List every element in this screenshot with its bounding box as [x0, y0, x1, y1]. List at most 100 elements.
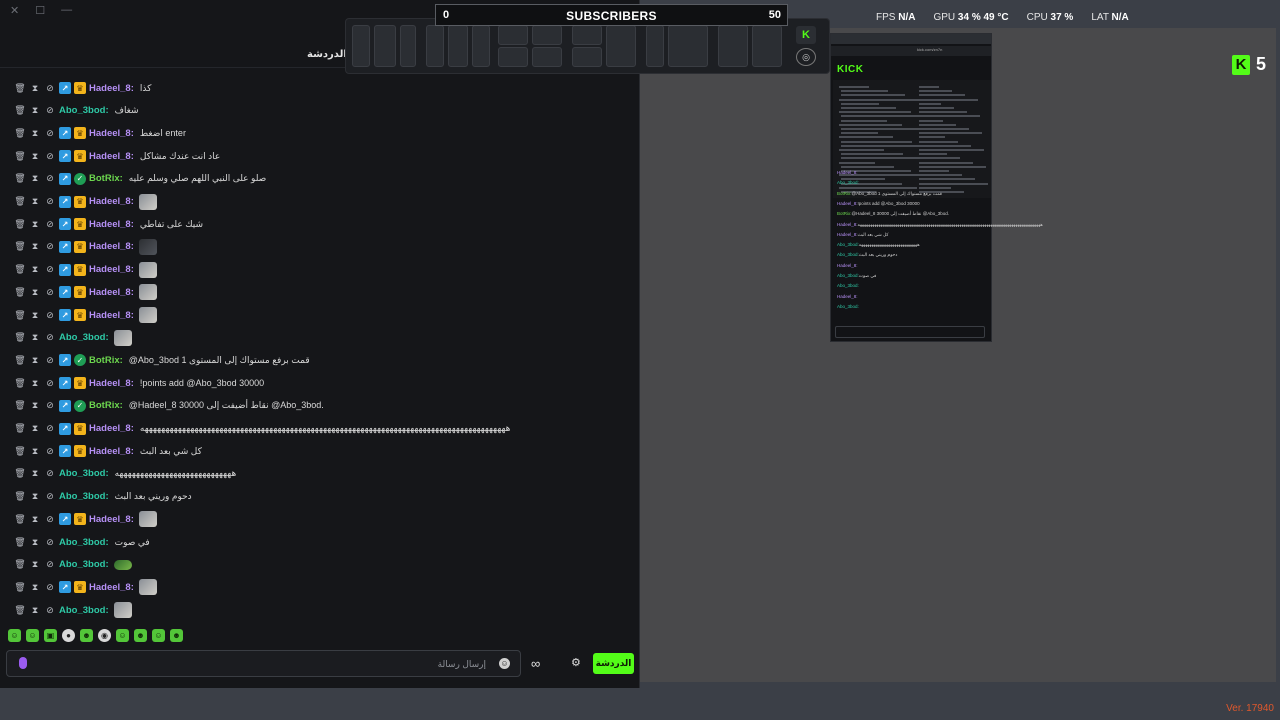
delete-icon[interactable]: 🗑 [14, 127, 26, 139]
ban-icon[interactable]: ⊘ [44, 377, 56, 389]
ban-icon[interactable]: ⊘ [44, 491, 56, 503]
delete-icon[interactable]: 🗑 [14, 241, 26, 253]
maximize-icon[interactable]: ☐ [35, 4, 45, 18]
chat-message[interactable]: 🗑 ⧗ ⊘ ↗ ♛ Hadeel_8: اضغط enter [14, 125, 186, 141]
delete-icon[interactable]: 🗑 [14, 309, 26, 321]
chat-message[interactable]: 🗑 ⧗ ⊘ Abo_3bod: هههههههههههههههههههههههههههه… [14, 466, 236, 482]
chat-message[interactable]: 🗑 ⧗ ⊘ ↗ ♛ Hadeel_8: [14, 511, 157, 528]
emote-icon[interactable]: ☺ [116, 629, 129, 642]
timeout-icon[interactable]: ⧗ [29, 400, 41, 412]
chat-message[interactable]: 🗑 ⧗ ⊘ ↗ ♛ Hadeel_8: [14, 193, 157, 210]
close-icon[interactable]: ✕ [10, 4, 19, 18]
ban-icon[interactable]: ⊘ [44, 468, 56, 480]
points-icon[interactable]: ∞ [531, 656, 540, 671]
timeout-icon[interactable]: ⧗ [29, 581, 41, 593]
delete-icon[interactable]: 🗑 [14, 400, 26, 412]
chat-message[interactable]: 🗑 ⧗ ⊘ ↗ ♛ Hadeel_8: هههههههههههههههههههههههههه… [14, 421, 510, 437]
chat-message[interactable]: 🗑 ⧗ ⊘ Abo_3bod: شغاف [14, 103, 138, 119]
emote-icon[interactable]: ☺ [26, 629, 39, 642]
dock-slot[interactable] [498, 25, 528, 45]
ban-icon[interactable]: ⊘ [44, 400, 56, 412]
ban-icon[interactable]: ⊘ [44, 559, 56, 571]
delete-icon[interactable]: 🗑 [14, 218, 26, 230]
chat-username[interactable]: Hadeel_8: [89, 128, 134, 139]
dock-slot[interactable] [352, 25, 370, 67]
timeout-icon[interactable]: ⧗ [29, 445, 41, 457]
chat-message[interactable]: 🗑 ⧗ ⊘ ↗ ♛ Hadeel_8: [14, 238, 157, 255]
chat-username[interactable]: Abo_3bod: [59, 105, 109, 116]
ban-icon[interactable]: ⊘ [44, 105, 56, 117]
timeout-icon[interactable]: ⧗ [29, 309, 41, 321]
delete-icon[interactable]: 🗑 [14, 196, 26, 208]
ban-icon[interactable]: ⊘ [44, 604, 56, 616]
delete-icon[interactable]: 🗑 [14, 286, 26, 298]
chat-username[interactable]: Abo_3bod: [59, 468, 109, 479]
dock-slot[interactable] [400, 25, 416, 67]
browser-tabs[interactable] [831, 34, 991, 44]
emote-icon[interactable]: ☻ [134, 629, 147, 642]
chat-message[interactable]: 🗑 ⧗ ⊘ Abo_3bod: [14, 557, 132, 573]
chat-username[interactable]: BotRix: [89, 400, 123, 411]
chat-message[interactable]: 🗑 ⧗ ⊘ ↗ ♛ Hadeel_8: [14, 261, 157, 278]
timeout-icon[interactable]: ⧗ [29, 196, 41, 208]
timeout-icon[interactable]: ⧗ [29, 536, 41, 548]
chat-username[interactable]: Abo_3bod: [59, 537, 109, 548]
emote-icon[interactable]: ● [62, 629, 75, 642]
ban-icon[interactable]: ⊘ [44, 150, 56, 162]
dock-slot[interactable] [718, 25, 748, 67]
chat-username[interactable]: Hadeel_8: [89, 241, 134, 252]
dock-slot[interactable] [668, 25, 708, 67]
chat-message[interactable]: 🗑 ⧗ ⊘ ↗ ✓ BotRix: @Abo_3bod 1 قمت برفع مستواك … [14, 352, 310, 368]
timeout-icon[interactable]: ⧗ [29, 173, 41, 185]
chat-username[interactable]: Hadeel_8: [89, 83, 134, 94]
timeout-icon[interactable]: ⧗ [29, 377, 41, 389]
ban-icon[interactable]: ⊘ [44, 82, 56, 94]
timeout-icon[interactable]: ⧗ [29, 423, 41, 435]
emote-icon[interactable]: ☺ [8, 629, 21, 642]
ban-icon[interactable]: ⊘ [44, 127, 56, 139]
chat-username[interactable]: Hadeel_8: [89, 378, 134, 389]
chat-username[interactable]: Hadeel_8: [89, 423, 134, 434]
timeout-icon[interactable]: ⧗ [29, 105, 41, 117]
ban-icon[interactable]: ⊘ [44, 309, 56, 321]
chat-message[interactable]: 🗑 ⧗ ⊘ Abo_3bod: دحوم وريني بعد البث [14, 489, 191, 505]
browser-address-bar[interactable]: kick.com/zn7n [831, 46, 991, 56]
dock-slot[interactable] [572, 47, 602, 67]
dock-slot[interactable] [426, 25, 444, 67]
ban-icon[interactable]: ⊘ [44, 445, 56, 457]
delete-icon[interactable]: 🗑 [14, 559, 26, 571]
chat-username[interactable]: Hadeel_8: [89, 196, 134, 207]
delete-icon[interactable]: 🗑 [14, 377, 26, 389]
chat-message[interactable]: 🗑 ⧗ ⊘ ↗ ✓ BotRix: @Hadeel_8 30000 نقاط أضيفت إ… [14, 398, 324, 414]
delete-icon[interactable]: 🗑 [14, 604, 26, 616]
chat-username[interactable]: Hadeel_8: [89, 264, 134, 275]
timeout-icon[interactable]: ⧗ [29, 286, 41, 298]
dock-slot[interactable] [472, 25, 490, 67]
timeout-icon[interactable]: ⧗ [29, 491, 41, 503]
ban-icon[interactable]: ⊘ [44, 513, 56, 525]
ban-icon[interactable]: ⊘ [44, 286, 56, 298]
timeout-icon[interactable]: ⧗ [29, 150, 41, 162]
emote-icon[interactable]: ☺ [152, 629, 165, 642]
obs-icon[interactable]: ◎ [796, 48, 816, 66]
timeout-icon[interactable]: ⧗ [29, 241, 41, 253]
ban-icon[interactable]: ⊘ [44, 241, 56, 253]
ban-icon[interactable]: ⊘ [44, 423, 56, 435]
delete-icon[interactable]: 🗑 [14, 468, 26, 480]
chat-username[interactable]: Hadeel_8: [89, 287, 134, 298]
chat-message[interactable]: 🗑 ⧗ ⊘ ↗ ♛ Hadeel_8: [14, 579, 157, 596]
ban-icon[interactable]: ⊘ [44, 354, 56, 366]
delete-icon[interactable]: 🗑 [14, 150, 26, 162]
dock-slot[interactable] [374, 25, 396, 67]
chat-username[interactable]: Hadeel_8: [89, 514, 134, 525]
timeout-icon[interactable]: ⧗ [29, 82, 41, 94]
emote-icon[interactable]: ◉ [98, 629, 111, 642]
chat-message[interactable]: 🗑 ⧗ ⊘ ↗ ♛ Hadeel_8: [14, 284, 157, 301]
emote-icon[interactable]: ☻ [80, 629, 93, 642]
chat-username[interactable]: Abo_3bod: [59, 491, 109, 502]
chat-send-button[interactable]: الدردشة [593, 653, 634, 674]
delete-icon[interactable]: 🗑 [14, 354, 26, 366]
ban-icon[interactable]: ⊘ [44, 196, 56, 208]
delete-icon[interactable]: 🗑 [14, 173, 26, 185]
emoji-picker-icon[interactable]: ☺ [499, 658, 510, 669]
